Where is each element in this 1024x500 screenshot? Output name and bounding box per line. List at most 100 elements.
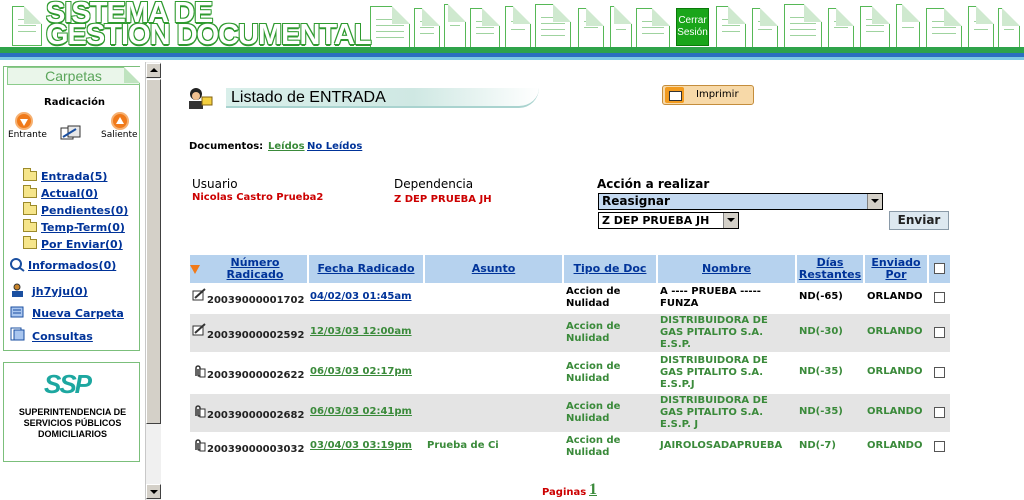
action-select[interactable]: Reasignar [598, 193, 883, 210]
documents-label: Documentos: [189, 141, 264, 152]
table-row[interactable]: 20039000002622 06/03/03 02:17pm Accion d… [190, 354, 950, 392]
document-decor-icon [752, 8, 778, 48]
cell-tipo: Accion de Nulidad [566, 286, 621, 309]
app-header: SISTEMA DE GESTION DOCUMENTAL Cerrar Ses… [0, 0, 1024, 62]
row-checkbox[interactable] [934, 292, 945, 303]
scroll-up-button[interactable] [146, 63, 161, 78]
cell-fecha[interactable]: 12/03/03 12:00am [310, 326, 412, 338]
col-header-numero[interactable]: Número Radicado [190, 255, 307, 283]
org-name: SUPERINTENDENCIA DE SERVICIOS PÚBLICOS D… [18, 407, 127, 439]
cell-tipo: Accion de Nulidad [566, 401, 621, 424]
cell-nombre: DISTRIBUIDORA DE GAS PITALITO S.A. E.S.P… [660, 315, 768, 350]
document-decor-icon [470, 8, 500, 48]
informados-link[interactable]: Informados(0) [28, 259, 116, 272]
table-row[interactable]: 20039000003032 03/04/03 03:19pm Prueba d… [190, 434, 950, 462]
cell-enviado: ORLANDO [867, 291, 923, 302]
print-button[interactable]: Imprimir [662, 85, 754, 105]
row-checkbox[interactable] [934, 367, 945, 378]
document-decor-icon [12, 6, 42, 46]
cell-numero: 20039000003032 [207, 444, 305, 455]
col-header-fecha[interactable]: Fecha Radicado [309, 255, 423, 283]
row-checkbox[interactable] [934, 441, 945, 452]
cell-numero: 20039000002592 [207, 330, 305, 341]
sidebar-scrollbar[interactable] [145, 62, 161, 500]
folder-link-pendientes[interactable]: Pendientes(0) [41, 204, 128, 217]
folder-link-entrada[interactable]: Entrada(5) [41, 170, 107, 183]
cell-tipo: Accion de Nulidad [566, 321, 621, 344]
folder-icon [23, 236, 37, 249]
dependency-select-value: Z DEP PRUEBA JH [602, 214, 710, 227]
select-all-checkbox[interactable] [934, 263, 945, 274]
page-link-1[interactable]: 1 [589, 481, 597, 499]
table-row[interactable]: 20039000001702 04/02/03 01:45am Accion d… [190, 285, 950, 311]
radicar-docs-icon[interactable] [60, 125, 82, 141]
paperclip-icon [195, 405, 206, 418]
logout-button[interactable]: Cerrar Sesión [676, 8, 709, 46]
app-title-line2: GESTION DOCUMENTAL [46, 19, 372, 51]
table-row[interactable]: 20039000002682 06/03/03 02:41pm Accion d… [190, 394, 950, 432]
dependency-select[interactable]: Z DEP PRUEBA JH [598, 212, 739, 229]
cell-numero: 20039000001702 [207, 295, 305, 306]
document-decor-icon [610, 6, 632, 48]
cell-fecha[interactable]: 03/04/03 03:19pm [310, 440, 412, 452]
ssp-logo-panel: SSP SUPERINTENDENCIA DE SERVICIOS PÚBLIC… [3, 362, 140, 462]
folder-link-actual[interactable]: Actual(0) [41, 187, 98, 200]
folder-icon [23, 185, 37, 198]
chevron-down-icon[interactable] [867, 194, 882, 209]
col-header-dias[interactable]: Días Restantes [797, 255, 863, 283]
edit-note-icon [192, 323, 206, 336]
action-label: Acción a realizar [597, 177, 710, 191]
cell-dias: ND(-7) [799, 440, 836, 451]
col-header-nombre[interactable]: Nombre [658, 255, 795, 283]
saliente-button[interactable] [111, 112, 129, 130]
document-decor-icon [926, 8, 962, 48]
entrante-label: Entrante [8, 130, 47, 140]
saliente-label: Saliente [101, 130, 138, 140]
row-checkbox[interactable] [934, 407, 945, 418]
entrante-button[interactable] [15, 112, 33, 130]
cell-numero: 20039000002622 [207, 370, 305, 381]
col-header-asunto[interactable]: Asunto [425, 255, 562, 283]
scroll-thumb[interactable] [146, 79, 161, 424]
document-decor-icon [896, 4, 920, 48]
cell-asunto: Prueba de Ci [427, 440, 499, 451]
inbox-user-icon [189, 88, 213, 109]
radicacion-label: Radicación [44, 97, 106, 108]
cell-nombre: A ---- PRUEBA ----- FUNZA [660, 286, 761, 309]
folder-link-temp-term[interactable]: Temp-Term(0) [41, 221, 125, 234]
cell-dias: ND(-35) [799, 406, 843, 417]
scroll-down-button[interactable] [146, 484, 161, 499]
row-checkbox[interactable] [934, 327, 945, 338]
page-title: Listado de ENTRADA [231, 89, 386, 106]
cell-dias: ND(-30) [799, 326, 843, 337]
cell-tipo: Accion de Nulidad [566, 435, 621, 458]
chevron-down-icon[interactable] [723, 213, 738, 228]
cell-fecha[interactable]: 06/03/03 02:41pm [310, 406, 412, 418]
col-header-enviado[interactable]: Enviado Por [865, 255, 927, 283]
folder-link-por-enviar[interactable]: Por Enviar(0) [41, 238, 123, 251]
folder-icon [23, 168, 37, 181]
user-folder-link[interactable]: jh7yju(0) [32, 285, 88, 298]
arrow-down-icon [20, 119, 28, 126]
col-header-tipo[interactable]: Tipo de Doc [564, 255, 656, 283]
user-folder-icon [12, 283, 23, 297]
document-decor-icon [535, 4, 571, 48]
document-decor-icon [716, 6, 746, 48]
sort-desc-icon [190, 264, 200, 274]
read-filter-link[interactable]: Leídos [268, 141, 305, 152]
cell-fecha[interactable]: 06/03/03 02:17pm [310, 366, 412, 378]
dependency-value: Z DEP PRUEBA JH [394, 194, 492, 205]
cell-fecha[interactable]: 04/02/03 01:45am [310, 291, 412, 303]
folder-icon [23, 219, 37, 232]
document-decor-icon [444, 4, 466, 48]
document-decor-icon [968, 6, 994, 48]
cell-numero: 20039000002682 [207, 410, 305, 421]
folders-panel: Carpetas Radicación Entrante Saliente En… [3, 66, 140, 351]
send-button[interactable]: Enviar [889, 211, 949, 230]
nueva-carpeta-link[interactable]: Nueva Carpeta [32, 307, 124, 320]
table-row[interactable]: 20039000002592 12/03/03 12:00am Accion d… [190, 314, 950, 352]
folder-icon [23, 202, 37, 215]
cell-enviado: ORLANDO [867, 326, 923, 337]
consultas-link[interactable]: Consultas [32, 330, 93, 343]
unread-filter-link[interactable]: No Leídos [307, 141, 362, 152]
